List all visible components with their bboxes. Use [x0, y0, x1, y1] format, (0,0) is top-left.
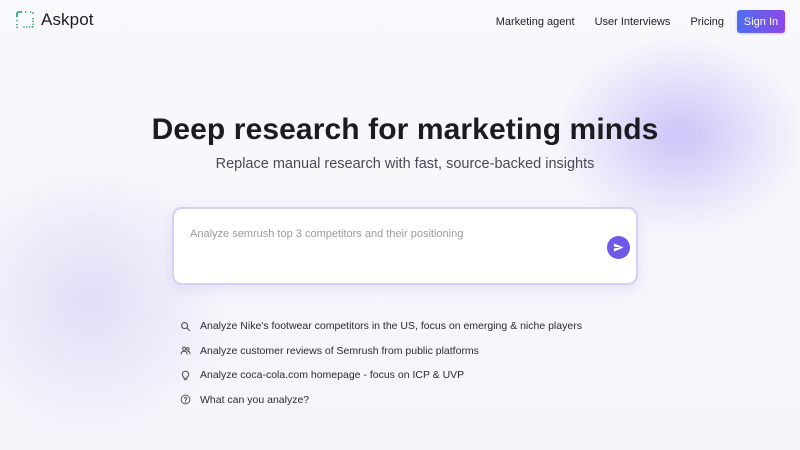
suggestion-item[interactable]: Analyze coca-cola.com homepage - focus o… [180, 363, 600, 388]
suggestion-label: Analyze customer reviews of Semrush from… [200, 344, 479, 357]
suggestion-list: Analyze Nike's footwear competitors in t… [180, 314, 600, 412]
search-icon [180, 321, 191, 332]
nav-pricing[interactable]: Pricing [690, 16, 724, 28]
nav-user-interviews[interactable]: User Interviews [595, 16, 671, 28]
suggestion-label: Analyze Nike's footwear competitors in t… [200, 320, 582, 333]
brand-logo[interactable]: Askpot [16, 10, 94, 30]
suggestion-item[interactable]: Analyze Nike's footwear competitors in t… [180, 314, 600, 339]
top-bar: Askpot Marketing agent User Interviews P… [0, 0, 800, 42]
brand-name: Askpot [41, 10, 94, 29]
suggestion-item[interactable]: What can you analyze? [180, 388, 600, 413]
send-button[interactable] [607, 236, 630, 259]
askpot-logo-icon [16, 11, 34, 29]
send-icon [613, 242, 624, 253]
nav-marketing-agent[interactable]: Marketing agent [496, 16, 575, 28]
research-prompt-input[interactable] [190, 225, 590, 243]
sign-in-button[interactable]: Sign In [737, 10, 785, 33]
lightbulb-icon [180, 370, 191, 381]
suggestion-label: What can you analyze? [200, 393, 310, 406]
suggestion-item[interactable]: Analyze customer reviews of Semrush from… [180, 339, 600, 364]
main-nav: Marketing agent User Interviews Pricing … [496, 10, 785, 33]
help-circle-icon [180, 394, 191, 405]
research-prompt-box[interactable] [172, 207, 638, 285]
suggestion-label: Analyze coca-cola.com homepage - focus o… [200, 369, 465, 382]
hero-subtitle: Replace manual research with fast, sourc… [215, 156, 595, 172]
users-icon [180, 345, 191, 356]
hero-title: Deep research for marketing minds [151, 113, 659, 146]
